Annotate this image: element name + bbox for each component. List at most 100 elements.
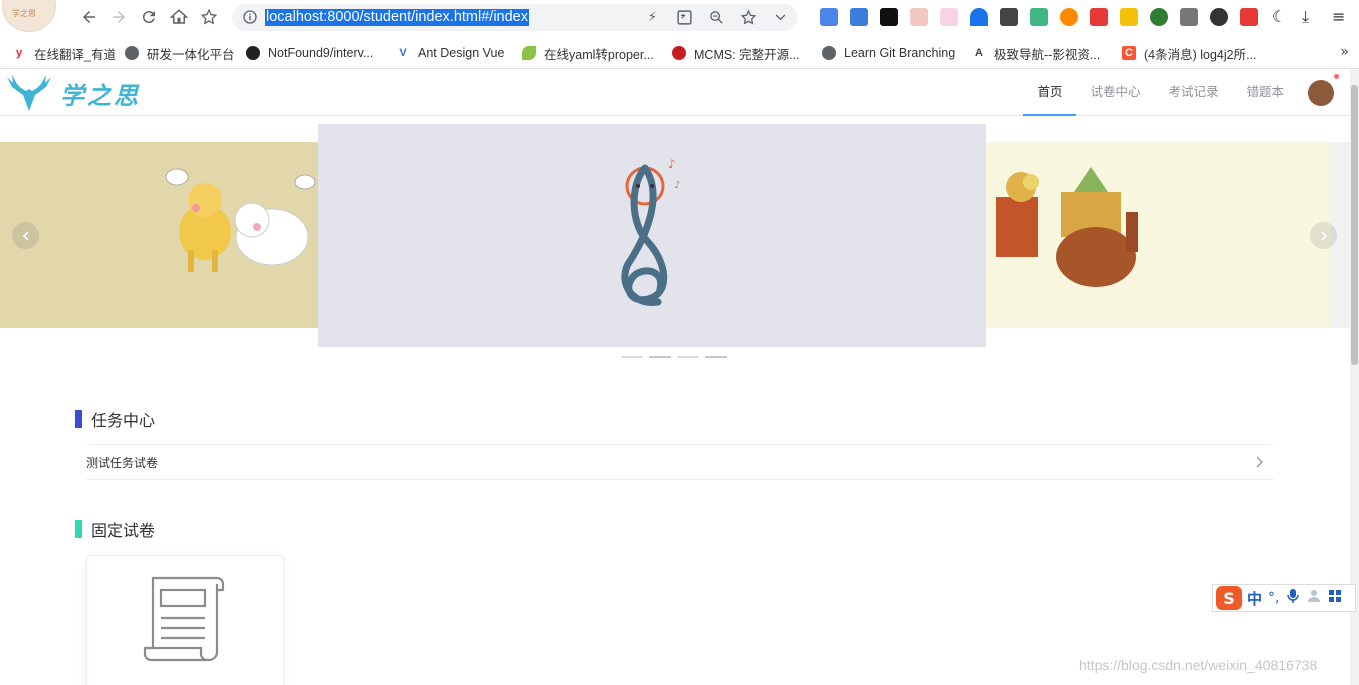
bookmark-github[interactable]: NotFound9/interv...: [246, 44, 373, 62]
bookmark-learngit[interactable]: Learn Git Branching: [822, 44, 955, 62]
v-ext-icon[interactable]: [970, 8, 988, 26]
tab-favicon[interactable]: 学之思: [0, 0, 60, 34]
back-button[interactable]: [78, 6, 100, 28]
carousel-indicator[interactable]: [705, 356, 727, 358]
lightning-icon[interactable]: ⚡: [644, 9, 661, 26]
ime-toolbar[interactable]: S 中 °,: [1212, 584, 1356, 612]
brand-text: 学之思: [60, 80, 141, 110]
download-icon[interactable]: ⤓: [1302, 8, 1320, 26]
ime-mode-toggle[interactable]: 中: [1247, 588, 1262, 609]
watermark-text: https://blog.csdn.net/weixin_40816738: [1079, 657, 1318, 673]
carousel-next-button[interactable]: [1310, 222, 1337, 249]
chevron-right-icon: [1256, 456, 1263, 468]
bookmark-csdn[interactable]: C (4条消息) log4j2所...: [1122, 44, 1257, 62]
bookmark-youdao[interactable]: y 在线翻译_有道: [12, 44, 116, 62]
carousel-prev-button[interactable]: [12, 222, 39, 249]
address-bar[interactable]: localhost:8000/student/index.html#/index…: [232, 4, 798, 31]
brand-logo[interactable]: 学之思: [4, 72, 141, 114]
fixed-paper-card[interactable]: [86, 555, 284, 685]
menu-item-exam-records[interactable]: 考试记录: [1154, 70, 1232, 116]
deer-icon: [7, 75, 51, 111]
home-button[interactable]: [168, 6, 190, 28]
menu-item-paper-center[interactable]: 试卷中心: [1076, 70, 1154, 116]
reload-button[interactable]: [138, 6, 160, 28]
carousel-slide-music[interactable]: ♪ ♪: [318, 124, 986, 347]
menu-item-wrong-book[interactable]: 错题本: [1232, 70, 1298, 116]
dark-mode-icon[interactable]: ☾: [1272, 8, 1290, 26]
bookmark-mcms[interactable]: MCMS: 完整开源...: [672, 44, 800, 62]
vue-devtools-ext-icon[interactable]: [1030, 8, 1048, 26]
animals-illustration: [165, 168, 316, 272]
tampermonkey-ext-icon[interactable]: [880, 8, 898, 26]
bookmark-yaml[interactable]: 在线yaml转proper...: [522, 44, 654, 62]
fixed-papers-title: 固定试卷: [75, 519, 155, 540]
bookmarks-more-button[interactable]: »: [1340, 44, 1349, 60]
bookmark-star-button[interactable]: [198, 6, 220, 28]
carousel-indicator[interactable]: [621, 356, 643, 358]
carousel-indicator[interactable]: [649, 356, 671, 358]
gitee-icon: [672, 46, 686, 60]
globe-ext-icon[interactable]: [1150, 8, 1168, 26]
google-translate-ext-icon[interactable]: [820, 8, 838, 26]
browser-toolbar: 学之思 localhost:8000/student/index.html#/i…: [0, 0, 1359, 36]
task-list-item[interactable]: 测试任务试卷: [86, 444, 1274, 480]
carousel-slide-animals[interactable]: [0, 142, 318, 328]
translate-icon[interactable]: [676, 9, 693, 26]
bookmark-nav[interactable]: A 极致导航--影视资...: [972, 44, 1100, 62]
user-icon[interactable]: [1307, 589, 1321, 607]
bookmark-antdv[interactable]: V Ant Design Vue: [396, 44, 504, 62]
infinity-ext-icon[interactable]: [1060, 8, 1078, 26]
banner-carousel: ♪ ♪: [0, 116, 1350, 366]
ime-punct-toggle[interactable]: °,: [1268, 590, 1279, 606]
chevron-right-icon: [1320, 230, 1327, 241]
note-ext-icon[interactable]: [1180, 8, 1198, 26]
app-page: 学之思 首页 试卷中心 考试记录 错题本 ♪ ♪ 任务中心 测试任务试卷 固定试…: [0, 70, 1350, 685]
bookmark-devplatform[interactable]: 研发一体化平台: [125, 44, 235, 62]
circle-ext-icon[interactable]: [1210, 8, 1228, 26]
gitzip-ext-icon[interactable]: [1000, 8, 1018, 26]
info-icon: [243, 10, 257, 24]
bilibili-ext-icon[interactable]: [940, 8, 958, 26]
picnic-illustration: [996, 167, 1138, 287]
reload-icon: [142, 11, 155, 24]
pdf-ext-icon[interactable]: [1240, 8, 1258, 26]
microphone-icon[interactable]: [1287, 588, 1300, 608]
treble-clef-illustration: ♪ ♪: [621, 157, 680, 306]
antdv-icon: V: [399, 47, 407, 59]
svg-text:♪: ♪: [668, 157, 676, 171]
people-ext-icon[interactable]: [910, 8, 928, 26]
carousel-slide-animals-picnic[interactable]: [986, 142, 1330, 328]
fixed-papers-accent: [75, 520, 82, 538]
bookmarks-bar: y 在线翻译_有道 研发一体化平台 NotFound9/interv... V An…: [0, 36, 1359, 69]
chevron-down-icon[interactable]: [772, 9, 789, 26]
globe-icon: [125, 46, 139, 60]
csdn-icon: C: [1122, 46, 1136, 60]
top-menu: 首页 试卷中心 考试记录 错题本: [1023, 70, 1350, 116]
dots-ext-icon[interactable]: [1120, 8, 1138, 26]
carousel-indicator[interactable]: [677, 356, 699, 358]
paper-scroll-icon: [143, 576, 225, 662]
fe-ext-icon[interactable]: [1090, 8, 1108, 26]
menu-icon[interactable]: ≡: [1332, 8, 1350, 26]
grid-icon[interactable]: [1329, 589, 1342, 607]
url-text[interactable]: localhost:8000/student/index.html#/index: [265, 9, 529, 26]
chevron-left-icon: [22, 230, 29, 241]
avatar[interactable]: [1308, 74, 1339, 106]
task-item-label: 测试任务试卷: [86, 455, 159, 470]
svg-text:♪: ♪: [674, 180, 680, 191]
notification-dot: [1334, 74, 1339, 79]
youdao-icon: y: [15, 47, 23, 59]
leaf-icon: [522, 46, 536, 60]
zoom-icon[interactable]: [708, 9, 725, 26]
arrow-right-icon: [113, 11, 125, 23]
sogou-logo-icon: S: [1216, 586, 1242, 610]
star-icon: [200, 8, 218, 25]
scrollbar-thumb[interactable]: [1351, 85, 1358, 365]
home-icon: [170, 9, 188, 24]
star-outline-icon[interactable]: [740, 9, 757, 26]
globe-icon: [822, 46, 836, 60]
top-header: 学之思 首页 试卷中心 考试记录 错题本: [0, 70, 1350, 116]
menu-item-home[interactable]: 首页: [1023, 70, 1077, 116]
translate-ext-icon[interactable]: [850, 8, 868, 26]
forward-button[interactable]: [108, 6, 130, 28]
